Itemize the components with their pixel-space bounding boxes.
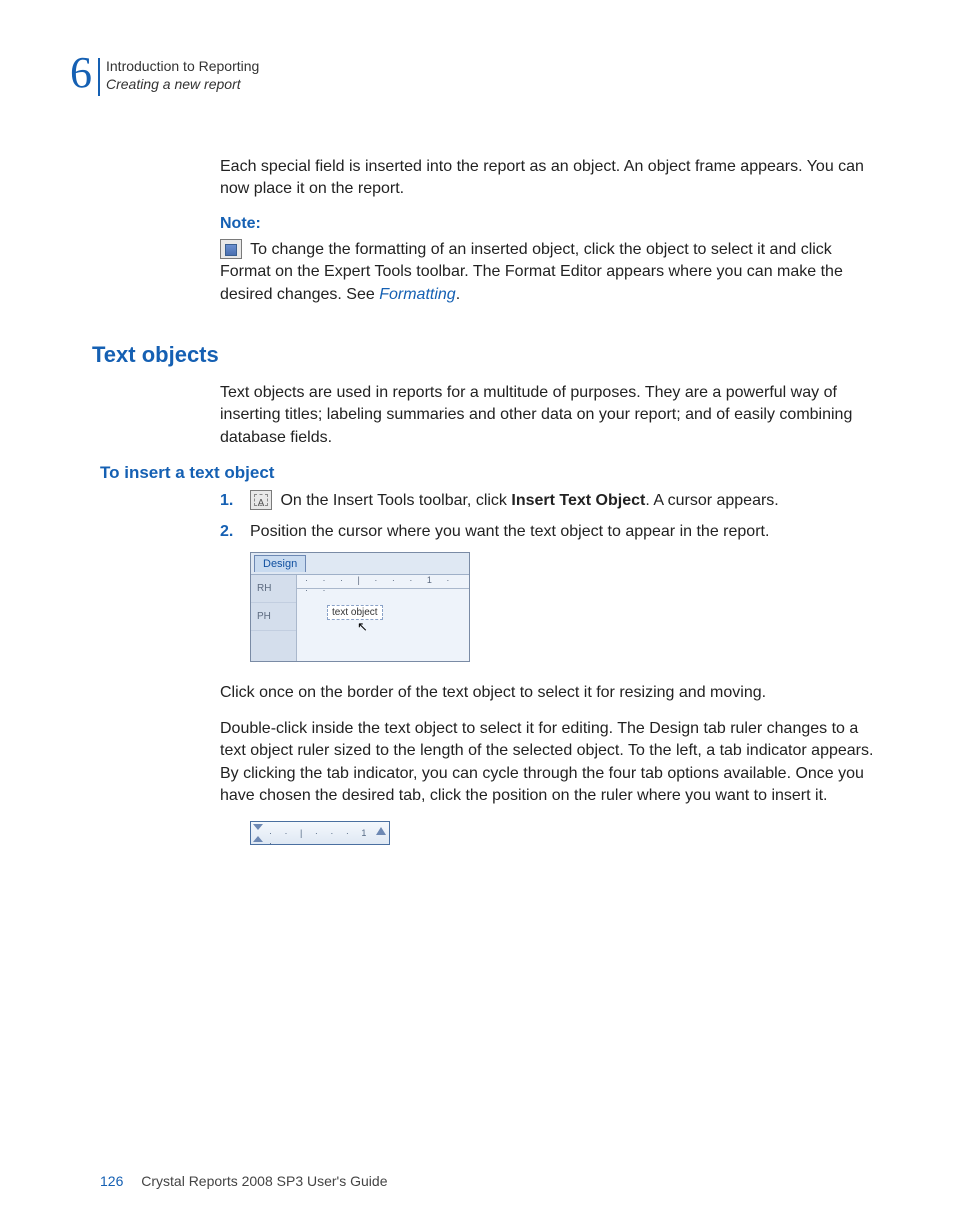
ruler-right-marker-icon [376,827,386,835]
page-header: 6 Introduction to Reporting Creating a n… [70,55,884,96]
design-view-screenshot: Design RH PH · · · | · · · 1 · · · text … [250,552,470,662]
design-tab: Design [254,555,306,572]
note-text-b: . [456,286,460,303]
breadcrumb: Introduction to Reporting Creating a new… [106,57,259,93]
heading-text-objects: Text objects [92,342,884,368]
step1-bold: Insert Text Object [511,492,645,509]
section-gutter: RH PH [251,575,297,661]
heading-to-insert: To insert a text object [100,463,884,483]
text-objects-desc: Text objects are used in reports for a m… [220,382,884,449]
step-1: 1. On the Insert Tools toolbar, click In… [220,489,884,512]
step-2: 2. Position the cursor where you want th… [220,520,884,543]
intro-paragraph: Each special field is inserted into the … [220,156,884,201]
section-ph: PH [251,603,296,631]
note-label: Note: [220,215,884,233]
chapter-number: 6 [70,55,92,90]
step1-text-a: On the Insert Tools toolbar, click [276,492,511,509]
ruler-ticks: · · | · · · 1 · [269,828,373,848]
design-canvas: · · · | · · · 1 · · · text object ↖ [297,575,469,661]
formatting-link[interactable]: Formatting [379,286,455,303]
text-object-frame: text object [327,605,383,620]
text-object-ruler-screenshot: · · | · · · 1 · [250,821,390,845]
page-footer: 126 Crystal Reports 2008 SP3 User's Guid… [100,1173,387,1189]
breadcrumb-sub: Creating a new report [106,75,259,93]
breadcrumb-main: Introduction to Reporting [106,57,259,75]
after-screenshot-p2: Double-click inside the text object to s… [220,718,884,808]
steps-list: 1. On the Insert Tools toolbar, click In… [220,489,884,543]
design-tab-row: Design [251,553,469,575]
note-body: To change the formatting of an inserted … [220,239,884,306]
section-rh: RH [251,575,296,603]
step-number-2: 2. [220,520,233,543]
chapter-divider [98,58,100,96]
note-text-a: To change the formatting of an inserted … [220,241,843,303]
insert-text-object-icon [250,490,272,510]
ruler: · · · | · · · 1 · · · [297,575,469,589]
cursor-icon: ↖ [357,619,368,635]
after-screenshot-p1: Click once on the border of the text obj… [220,682,884,704]
page-number: 126 [100,1173,123,1189]
footer-title: Crystal Reports 2008 SP3 User's Guide [141,1173,387,1189]
step2-text: Position the cursor where you want the t… [250,523,769,540]
format-icon [220,239,242,259]
step1-text-b: . A cursor appears. [645,492,778,509]
step-number-1: 1. [220,489,233,512]
tab-indicator-icon [253,824,263,842]
